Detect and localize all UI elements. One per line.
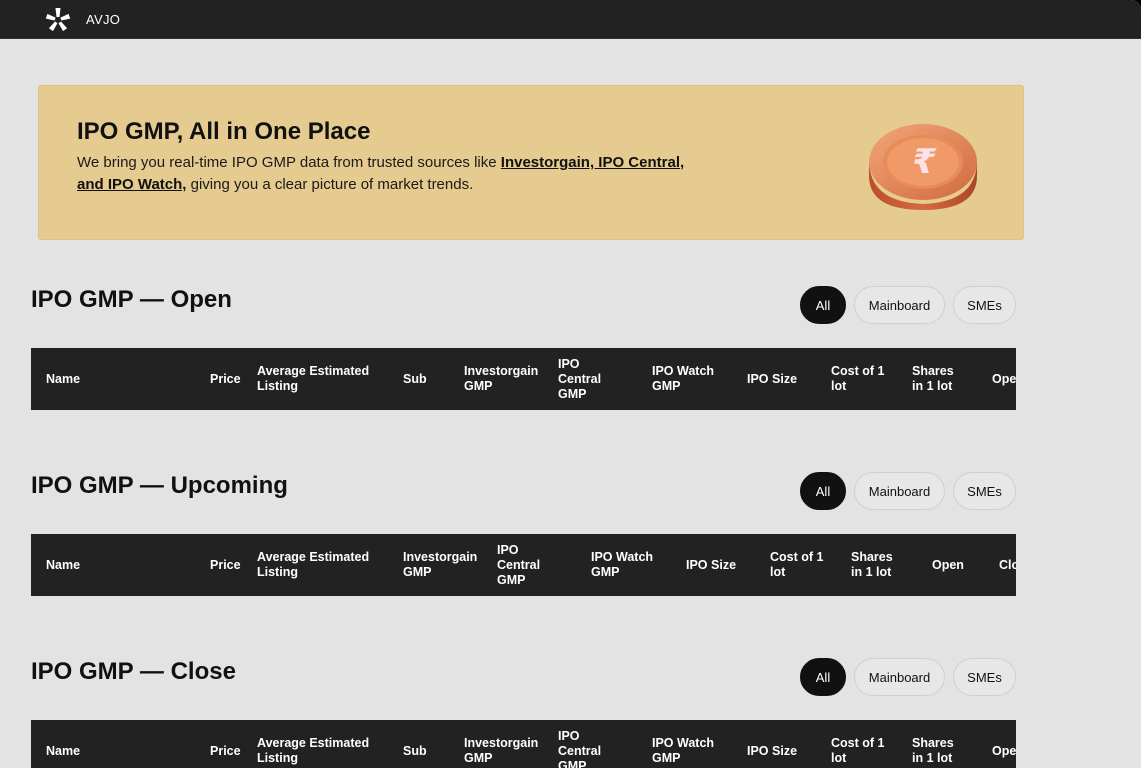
column-header[interactable]: Name (46, 720, 186, 768)
column-header[interactable]: Price (210, 534, 250, 596)
table-header-close: Name Price Average Estimated Listing Sub… (31, 720, 1016, 768)
column-header[interactable]: Investorgain GMP (403, 534, 487, 596)
column-header[interactable]: Sub (403, 720, 443, 768)
app-window: AVJO IPO GMP, All in One Place We bring … (0, 0, 1141, 768)
filter-mainboard-button[interactable]: Mainboard (854, 286, 945, 324)
column-header[interactable]: IPO Size (747, 720, 817, 768)
column-header[interactable]: IPO Watch GMP (652, 348, 724, 410)
column-header[interactable]: Open (932, 534, 982, 596)
column-header[interactable]: IPO Central GMP (497, 534, 557, 596)
filter-smes-button[interactable]: SMEs (953, 472, 1016, 510)
section-title-close: IPO GMP — Close (31, 658, 236, 685)
column-header[interactable]: Shares in 1 lot (851, 534, 903, 596)
filter-smes-button[interactable]: SMEs (953, 286, 1016, 324)
column-header[interactable]: Shares in 1 lot (912, 348, 964, 410)
column-header[interactable]: IPO Watch GMP (652, 720, 724, 768)
hero-text-after: giving you a clear picture of market tre… (186, 176, 474, 193)
column-header[interactable]: IPO Watch GMP (591, 534, 663, 596)
avjo-logo-icon[interactable] (44, 6, 72, 34)
table-header-open: Name Price Average Estimated Listing Sub… (31, 348, 1016, 410)
rupee-coin-icon: ₹ (869, 124, 977, 210)
filter-group-open: All Mainboard SMEs (800, 286, 1016, 324)
filter-all-button[interactable]: All (800, 286, 846, 324)
column-header[interactable]: IPO Size (747, 348, 817, 410)
hero-banner: IPO GMP, All in One Place We bring you r… (38, 85, 1024, 240)
column-header[interactable]: Cost of 1 lot (831, 720, 891, 768)
column-header[interactable]: Sub (403, 348, 443, 410)
column-header[interactable]: Price (210, 348, 250, 410)
hero-text-before: We bring you real-time IPO GMP data from… (77, 154, 501, 171)
top-navbar: AVJO (0, 0, 1141, 39)
column-header[interactable]: Average Estimated Listing (257, 720, 381, 768)
column-header[interactable]: Cost of 1 lot (770, 534, 830, 596)
column-header[interactable]: IPO Size (686, 534, 756, 596)
column-header[interactable]: Close (999, 534, 1016, 596)
column-header[interactable]: Average Estimated Listing (257, 348, 381, 410)
filter-group-close: All Mainboard SMEs (800, 658, 1016, 696)
column-header[interactable]: Price (210, 720, 250, 768)
filter-group-upcoming: All Mainboard SMEs (800, 472, 1016, 510)
column-header[interactable]: Open (992, 720, 1016, 768)
column-header[interactable]: Average Estimated Listing (257, 534, 381, 596)
hero-title: IPO GMP, All in One Place (77, 118, 371, 145)
column-header[interactable]: Shares in 1 lot (912, 720, 964, 768)
column-header[interactable]: Name (46, 534, 186, 596)
section-title-open: IPO GMP — Open (31, 286, 232, 313)
column-header[interactable]: Open (992, 348, 1016, 410)
table-header-upcoming: Name Price Average Estimated Listing Inv… (31, 534, 1016, 596)
filter-all-button[interactable]: All (800, 658, 846, 696)
filter-smes-button[interactable]: SMEs (953, 658, 1016, 696)
section-title-upcoming: IPO GMP — Upcoming (31, 472, 288, 499)
hero-description: We bring you real-time IPO GMP data from… (77, 152, 697, 196)
column-header[interactable]: Investorgain GMP (464, 348, 548, 410)
column-header[interactable]: IPO Central GMP (558, 720, 618, 768)
brand-name[interactable]: AVJO (86, 12, 120, 27)
column-header[interactable]: Cost of 1 lot (831, 348, 891, 410)
column-header[interactable]: IPO Central GMP (558, 348, 618, 410)
filter-mainboard-button[interactable]: Mainboard (854, 472, 945, 510)
filter-all-button[interactable]: All (800, 472, 846, 510)
column-header[interactable]: Investorgain GMP (464, 720, 548, 768)
column-header[interactable]: Name (46, 348, 186, 410)
filter-mainboard-button[interactable]: Mainboard (854, 658, 945, 696)
